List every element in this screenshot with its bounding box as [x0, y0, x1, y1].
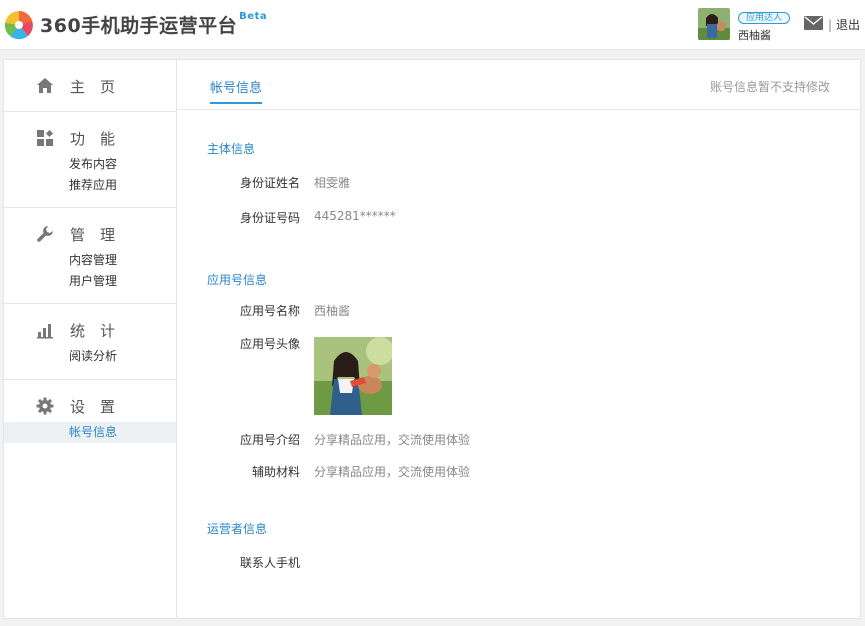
field-label-app-avatar: 应用号头像	[239, 337, 300, 351]
logout-link[interactable]: | 退出	[828, 16, 860, 33]
beta-badge: Beta	[239, 11, 268, 22]
field-label-id-name: 身份证姓名	[239, 176, 300, 190]
main-container: 主页 功能 发布内容 推荐应用 管理 内容管理 用户管理 统计 阅读分析 设置 …	[3, 59, 861, 619]
nav-settings-label: 设置	[70, 397, 131, 416]
logo-icon	[4, 11, 33, 40]
nav-manage[interactable]: 管理	[36, 224, 130, 244]
nav-home-label: 主页	[70, 77, 131, 96]
field-value-id-name: 相雯雅	[314, 176, 351, 190]
user-name[interactable]: 西柚酱	[738, 27, 771, 43]
logout-label: 退出	[836, 18, 861, 32]
field-label-app-intro: 应用号介绍	[239, 433, 300, 447]
mail-icon[interactable]	[804, 16, 823, 30]
field-label-app-name: 应用号名称	[239, 304, 300, 318]
tab-account-info[interactable]: 帐号信息	[210, 77, 263, 104]
app-avatar-image	[314, 337, 392, 415]
tab-note: 账号信息暂不支持修改	[709, 80, 830, 94]
nav-function-label: 功能	[70, 129, 131, 148]
sidebar-item-content-manage[interactable]: 内容管理	[4, 250, 176, 271]
field-value-material: 分享精品应用，交流使用体验	[314, 465, 471, 479]
wrench-icon	[37, 226, 53, 242]
field-value-app-name: 西柚酱	[314, 304, 351, 318]
home-icon	[37, 78, 53, 93]
nav-home[interactable]: 主页	[36, 76, 130, 96]
nav-group-home: 主页	[4, 60, 176, 112]
section-title-app: 应用号信息	[207, 273, 268, 287]
logout-separator: |	[828, 18, 833, 32]
field-value-id-number: 445281******	[314, 209, 396, 223]
sidebar-item-user-manage[interactable]: 用户管理	[4, 271, 176, 292]
user-avatar[interactable]	[698, 8, 730, 40]
grid-icon	[37, 129, 54, 146]
sidebar-item-publish[interactable]: 发布内容	[4, 154, 176, 175]
user-level-badge: 应用达人	[738, 12, 791, 24]
field-value-app-intro: 分享精品应用，交流使用体验	[314, 433, 471, 447]
nav-group-function: 功能 发布内容 推荐应用	[4, 112, 176, 208]
brand-title[interactable]: 360手机助手运营平台 Beta	[40, 11, 267, 38]
nav-function[interactable]: 功能	[36, 128, 130, 148]
nav-group-settings: 设置 帐号信息	[4, 380, 176, 460]
gear-icon	[36, 397, 54, 415]
top-header: 360手机助手运营平台 Beta 应用达人 西柚酱 | 退出	[0, 0, 865, 50]
section-title-subject: 主体信息	[207, 142, 256, 156]
tab-bar: 帐号信息 账号信息暂不支持修改	[178, 60, 860, 110]
field-label-contact-phone: 联系人手机	[239, 556, 300, 570]
nav-settings[interactable]: 设置	[36, 396, 130, 416]
field-label-id-number: 身份证号码	[239, 211, 300, 225]
section-title-operator: 运营者信息	[207, 522, 268, 536]
nav-manage-label: 管理	[70, 225, 131, 244]
field-label-material: 辅助材料	[251, 465, 300, 479]
brand-text: 360手机助手运营平台	[40, 15, 238, 37]
